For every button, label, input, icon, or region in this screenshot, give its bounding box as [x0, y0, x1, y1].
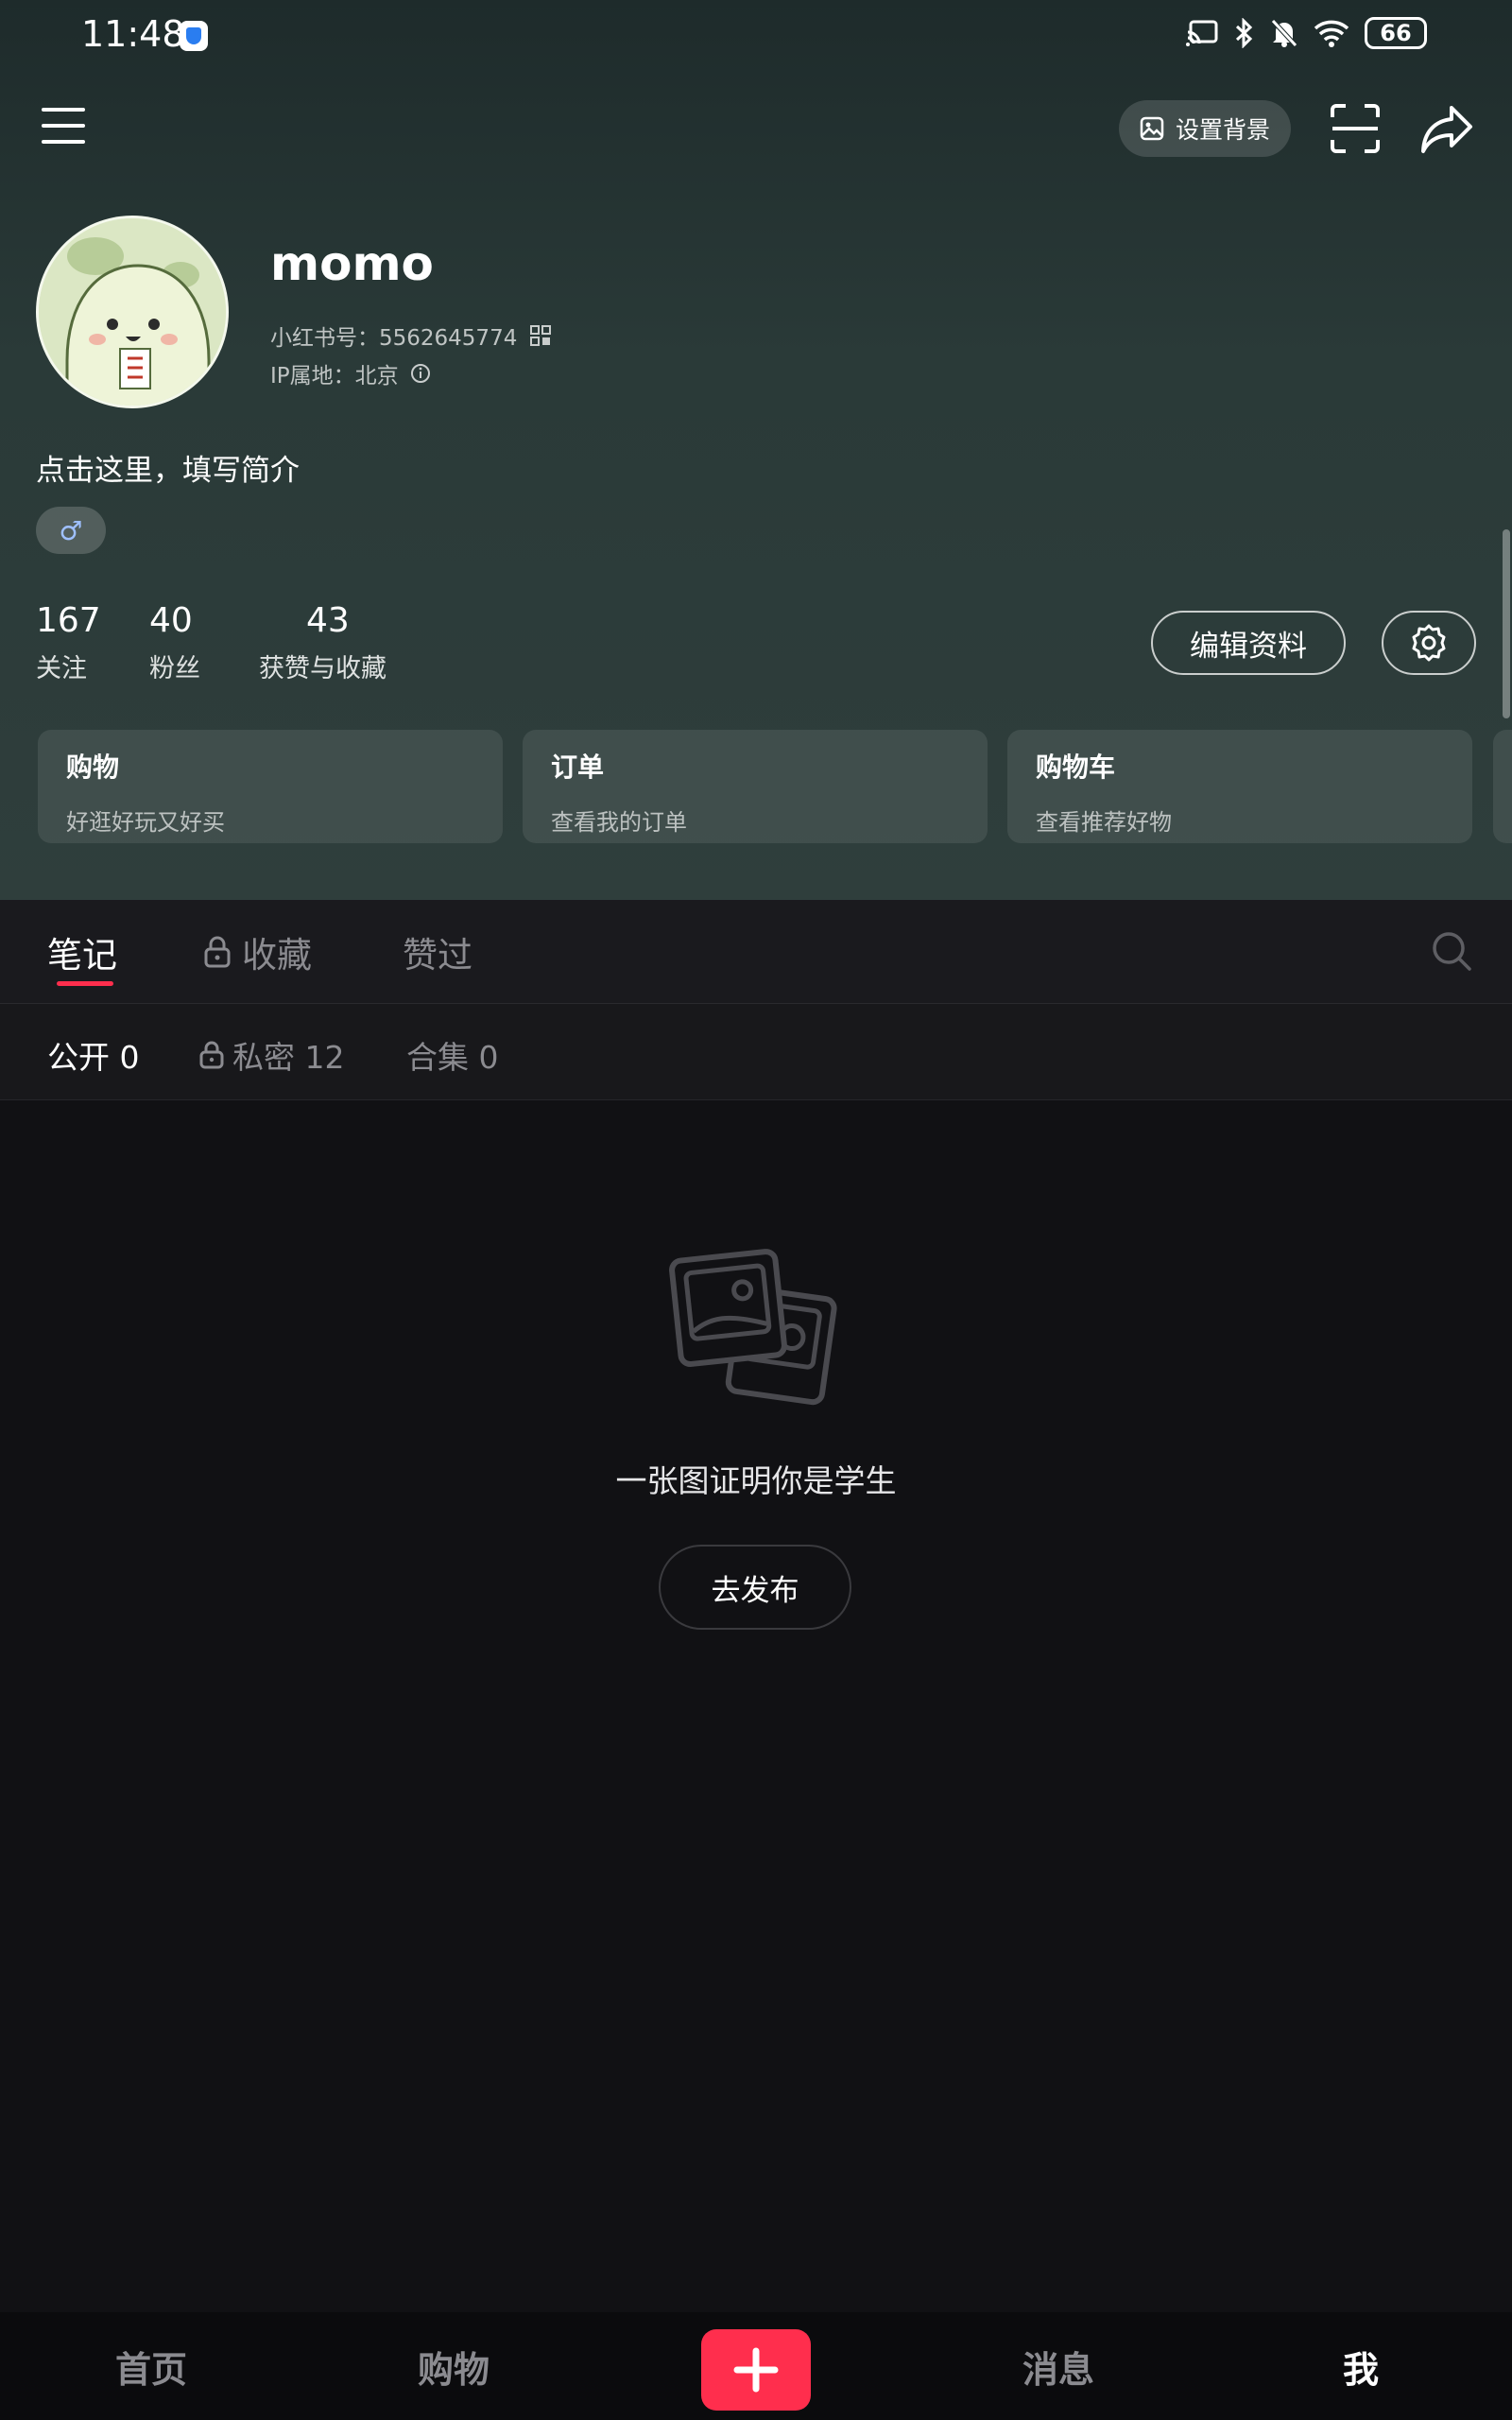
create-post-button[interactable] — [701, 2329, 811, 2411]
rednote-id-label: 小红书号：5562645774 — [270, 326, 518, 351]
card-next-peek[interactable] — [1493, 730, 1512, 843]
plus-icon — [733, 2347, 779, 2393]
nav-me[interactable]: 我 — [1285, 2341, 1436, 2393]
scan-icon — [1331, 104, 1380, 153]
active-tab-indicator — [57, 981, 113, 986]
scrollbar[interactable] — [1503, 529, 1510, 718]
tab-liked-label: 赞过 — [403, 935, 472, 976]
avatar-illustration — [39, 218, 226, 406]
status-time: 11:48 — [81, 13, 185, 55]
likes-collects-count: 43 — [306, 601, 350, 640]
lock-icon — [204, 936, 231, 968]
subtab-public-label: 公开 0 — [47, 1039, 140, 1076]
bio-placeholder[interactable]: 点击这里，填写简介 — [36, 446, 300, 489]
search-icon — [1433, 932, 1471, 971]
subtab-private-label: 私密 12 — [232, 1039, 345, 1076]
info-icon[interactable] — [410, 363, 431, 384]
tab-notes-label: 笔记 — [47, 935, 117, 976]
card-cart-title: 购物车 — [1036, 752, 1116, 783]
card-orders[interactable]: 订单 查看我的订单 — [523, 730, 988, 843]
bluetooth-icon — [1235, 18, 1253, 48]
gear-icon — [1412, 624, 1446, 662]
subtab-private[interactable]: 私密 12 — [198, 1032, 344, 1078]
card-shopping[interactable]: 购物 好逛好玩又好买 — [38, 730, 503, 843]
nav-shopping[interactable]: 购物 — [378, 2341, 529, 2393]
followers-count: 40 — [149, 601, 193, 640]
mute-bell-icon — [1271, 19, 1297, 47]
note-filter-tabs: 公开 0 私密 12 合集 0 — [0, 1004, 1512, 1100]
subtab-albums-label: 合集 0 — [406, 1039, 499, 1076]
search-button[interactable] — [1431, 930, 1472, 972]
male-icon: ♂ — [59, 514, 83, 546]
set-background-button[interactable]: 设置背景 — [1119, 100, 1291, 157]
following-count: 167 — [36, 601, 101, 640]
following-label: 关注 — [36, 654, 87, 683]
card-orders-subtitle: 查看我的订单 — [551, 809, 687, 836]
username: momo — [270, 236, 434, 291]
rednote-id[interactable]: 小红书号：5562645774 — [270, 320, 552, 352]
empty-state-message: 一张图证明你是学生 — [615, 1462, 897, 1499]
ip-location-label: IP属地：北京 — [270, 364, 399, 389]
subtab-public[interactable]: 公开 0 — [47, 1032, 140, 1078]
wifi-icon — [1314, 20, 1349, 47]
nav-home[interactable]: 首页 — [76, 2341, 227, 2393]
nav-messages[interactable]: 消息 — [983, 2341, 1134, 2393]
stat-likes-collects[interactable]: 43 获赞与收藏 — [259, 601, 387, 684]
image-icon — [1140, 116, 1164, 141]
tab-collections[interactable]: 收藏 — [202, 926, 312, 977]
card-shopping-subtitle: 好逛好玩又好买 — [66, 809, 225, 836]
qr-code-icon[interactable] — [530, 325, 552, 346]
gender-tag: ♂ — [36, 507, 106, 554]
tab-collections-label: 收藏 — [242, 935, 312, 976]
card-orders-title: 订单 — [551, 752, 605, 783]
battery-icon: 66 — [1365, 17, 1427, 49]
shield-icon — [180, 21, 208, 51]
followers-label: 粉丝 — [149, 654, 200, 683]
edit-profile-button[interactable]: 编辑资料 — [1151, 611, 1346, 675]
status-icons: 66 — [1185, 17, 1427, 49]
lock-icon — [199, 1041, 224, 1069]
avatar[interactable] — [36, 216, 229, 408]
bottom-navigation: 首页 购物 消息 我 — [0, 2312, 1512, 2420]
content-tabs: 笔记 收藏 赞过 — [0, 900, 1512, 1004]
set-background-label: 设置背景 — [1176, 116, 1271, 144]
share-icon — [1421, 106, 1472, 153]
card-shopping-title: 购物 — [66, 752, 120, 783]
subtab-albums[interactable]: 合集 0 — [406, 1032, 499, 1078]
stat-followers[interactable]: 40 粉丝 — [149, 601, 200, 684]
card-cart-subtitle: 查看推荐好物 — [1036, 809, 1172, 836]
scan-button[interactable] — [1329, 102, 1382, 155]
publish-button[interactable]: 去发布 — [659, 1545, 851, 1630]
menu-button[interactable] — [42, 108, 85, 146]
empty-photos-illustration — [667, 1246, 847, 1409]
likes-collects-label: 获赞与收藏 — [259, 654, 387, 683]
cast-icon — [1186, 20, 1218, 46]
top-bar: 设置背景 — [0, 95, 1512, 161]
share-button[interactable] — [1419, 102, 1474, 155]
stat-following[interactable]: 167 关注 — [36, 601, 101, 684]
settings-button[interactable] — [1382, 611, 1476, 675]
card-cart[interactable]: 购物车 查看推荐好物 — [1007, 730, 1472, 843]
tab-liked[interactable]: 赞过 — [403, 926, 472, 977]
ip-location: IP属地：北京 — [270, 357, 431, 389]
tab-notes[interactable]: 笔记 — [47, 926, 117, 977]
photos-icon — [669, 1249, 837, 1406]
status-bar: 11:48 66 — [0, 0, 1512, 76]
